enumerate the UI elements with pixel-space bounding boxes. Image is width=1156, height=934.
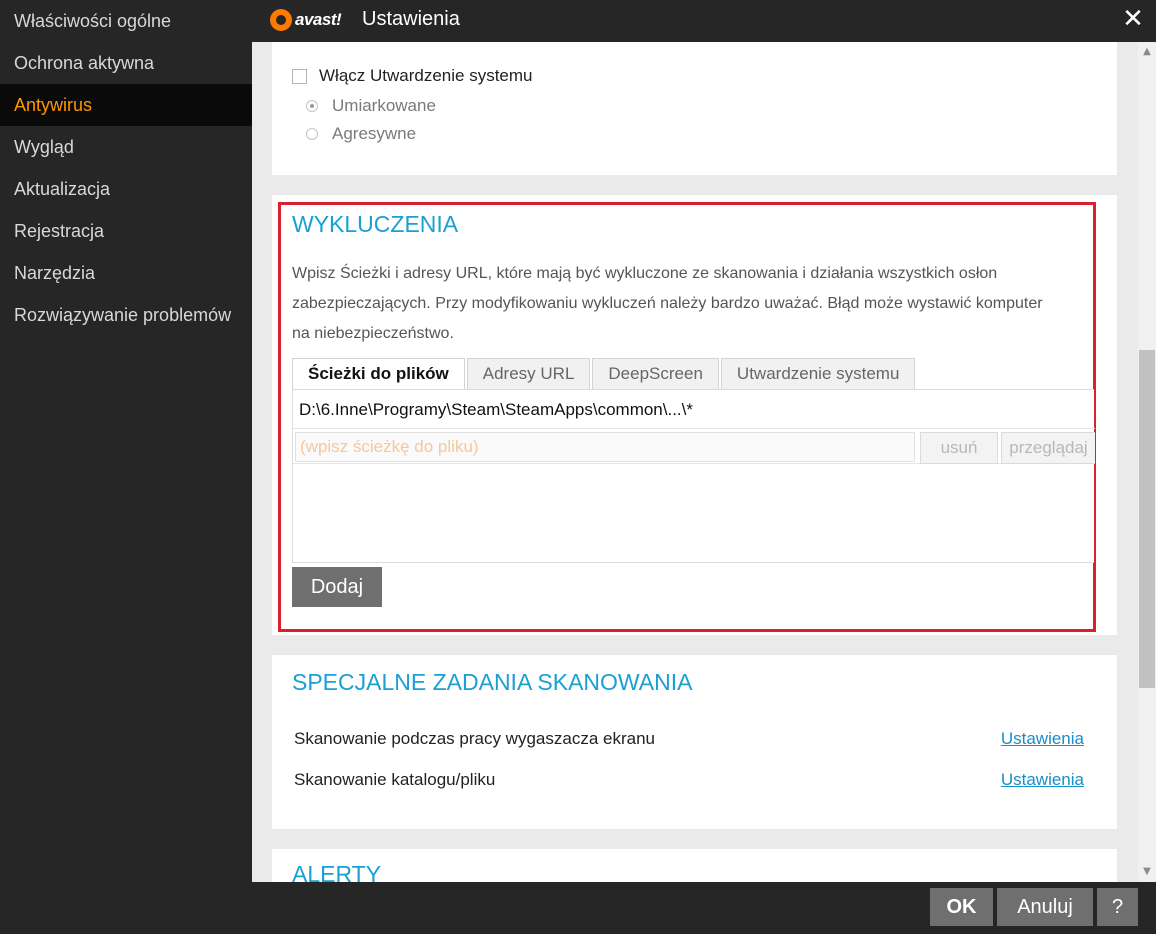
sidebar-item-antivirus[interactable]: Antywirus xyxy=(0,84,252,126)
radio-aggressive[interactable] xyxy=(306,128,318,140)
remove-button[interactable]: usuń xyxy=(920,432,998,464)
sidebar-item-appearance[interactable]: Wygląd xyxy=(0,126,252,168)
radio-moderate[interactable] xyxy=(306,100,318,112)
screensaver-settings-link[interactable]: Ustawienia xyxy=(1001,729,1084,749)
help-button[interactable]: ? xyxy=(1097,888,1138,926)
task-label-screensaver: Skanowanie podczas pracy wygaszacza ekra… xyxy=(294,729,655,748)
radio-aggressive-label: Agresywne xyxy=(332,124,417,143)
exclusion-path-item[interactable]: D:\6.Inne\Programy\Steam\SteamApps\commo… xyxy=(299,400,693,420)
tab-urls[interactable]: Adresy URL xyxy=(466,358,591,390)
settings-window: Właściwości ogólne Ochrona aktywna Antyw… xyxy=(0,0,1156,934)
hardening-checkbox[interactable] xyxy=(292,68,307,84)
special-scans-panel: SPECJALNE ZADANIA SKANOWANIA Skanowanie … xyxy=(272,655,1117,829)
settings-content: Włącz Utwardzenie systemu Umiarkowane Ag… xyxy=(252,42,1138,882)
radio-moderate-row[interactable]: Umiarkowane xyxy=(306,96,436,116)
exclusions-title: WYKLUCZENIA xyxy=(292,211,459,237)
content-scrollbar[interactable]: ▲ ▼ xyxy=(1138,42,1156,882)
scroll-thumb[interactable] xyxy=(1139,350,1155,688)
exclusions-panel: WYKLUCZENIA Wpisz Ścieżki i adresy URL, … xyxy=(272,195,1117,635)
scroll-up-icon[interactable]: ▲ xyxy=(1138,42,1156,62)
logo-text: avast! xyxy=(295,10,342,29)
task-row-screensaver: Skanowanie podczas pracy wygaszacza ekra… xyxy=(294,729,1084,749)
tab-hardening[interactable]: Utwardzenie systemu xyxy=(720,358,916,390)
hardening-panel: Włącz Utwardzenie systemu Umiarkowane Ag… xyxy=(272,42,1117,175)
tab-deepscreen[interactable]: DeepScreen xyxy=(592,358,719,390)
cancel-button[interactable]: Anuluj xyxy=(997,888,1093,926)
radio-moderate-label: Umiarkowane xyxy=(332,96,436,115)
task-row-folder: Skanowanie katalogu/pliku Ustawienia xyxy=(294,770,1084,790)
special-scans-title: SPECJALNE ZADANIA SKANOWANIA xyxy=(292,669,693,695)
hardening-checkbox-row[interactable]: Włącz Utwardzenie systemu xyxy=(292,66,533,86)
close-icon[interactable]: ✕ xyxy=(1120,6,1146,32)
hardening-checkbox-label: Włącz Utwardzenie systemu xyxy=(319,66,533,85)
folder-settings-link[interactable]: Ustawienia xyxy=(1001,770,1084,790)
path-input[interactable] xyxy=(295,432,915,462)
avast-logo: avast! xyxy=(270,8,342,32)
sidebar-item-active-protection[interactable]: Ochrona aktywna xyxy=(0,42,252,84)
add-button[interactable]: Dodaj xyxy=(292,567,382,607)
dialog-button-bar: OK Anuluj ? xyxy=(252,882,1156,934)
sidebar-item-general[interactable]: Właściwości ogólne xyxy=(0,0,252,42)
radio-aggressive-row[interactable]: Agresywne xyxy=(306,124,416,144)
alerts-title: ALERTY xyxy=(292,861,382,882)
browse-button[interactable]: przeglądaj xyxy=(1001,432,1095,464)
scroll-down-icon[interactable]: ▼ xyxy=(1138,862,1156,882)
task-label-folder: Skanowanie katalogu/pliku xyxy=(294,770,496,789)
tab-file-paths[interactable]: Ścieżki do plików xyxy=(292,358,465,391)
sidebar-item-tools[interactable]: Narzędzia xyxy=(0,252,252,294)
exclusions-list: D:\6.Inne\Programy\Steam\SteamApps\commo… xyxy=(292,389,1095,563)
new-exclusion-row: usuń przeglądaj xyxy=(293,428,1095,464)
exclusions-description: Wpisz Ścieżki i adresy URL, które mają b… xyxy=(292,265,1043,342)
sidebar: Właściwości ogólne Ochrona aktywna Antyw… xyxy=(0,0,252,934)
sidebar-item-troubleshooting[interactable]: Rozwiązywanie problemów xyxy=(0,294,252,336)
window-title: Ustawienia xyxy=(362,8,460,30)
alerts-panel: ALERTY xyxy=(272,849,1117,882)
sidebar-item-registration[interactable]: Rejestracja xyxy=(0,210,252,252)
exclusions-tabs: Ścieżki do plików Adresy URL DeepScreen … xyxy=(292,358,917,391)
ok-button[interactable]: OK xyxy=(930,888,993,926)
sidebar-item-update[interactable]: Aktualizacja xyxy=(0,168,252,210)
avast-badge-icon xyxy=(270,9,292,31)
title-bar: avast! Ustawienia ✕ xyxy=(252,0,1156,42)
